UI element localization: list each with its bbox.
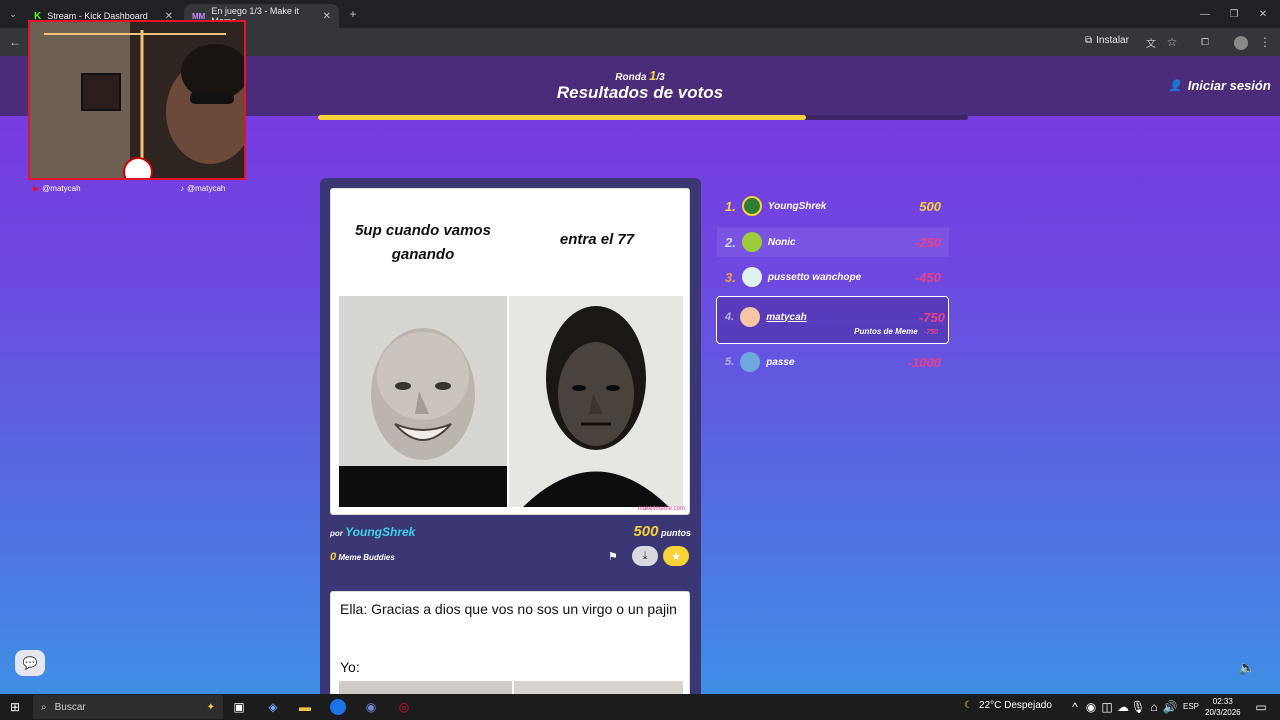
taskbar-search[interactable]: ⌕ Buscar ✦ xyxy=(33,695,223,719)
meme-caption-right: entra el 77 xyxy=(559,231,635,248)
meme-card-2: Ella: Gracias a dios que vos no sos un v… xyxy=(330,591,690,694)
meme-image-serious xyxy=(509,296,683,507)
file-explorer-icon[interactable]: ▬ xyxy=(296,698,314,716)
round-progress-fill xyxy=(318,115,806,120)
login-button[interactable]: 👤 Iniciar sesión xyxy=(1168,78,1271,93)
moon-icon: ☾ xyxy=(964,700,973,711)
close-window-icon[interactable]: ✕ xyxy=(1254,5,1272,23)
leaderboard-row: 3. pussetto wanchope -450 xyxy=(717,262,949,292)
tab-search-icon[interactable]: ⌄ xyxy=(4,5,22,23)
task-view-icon[interactable]: ▣ xyxy=(230,698,248,716)
youtube-handle: ▶ @matycah xyxy=(33,184,81,193)
meme-image-smiling xyxy=(339,296,507,507)
notifications-icon[interactable]: ▭ xyxy=(1252,698,1270,716)
avatar xyxy=(741,232,762,252)
volume-icon[interactable]: 🔈 xyxy=(1238,659,1255,676)
discord-icon[interactable]: ◉ xyxy=(362,698,380,716)
meme2-line2: Yo: xyxy=(340,659,360,675)
meme-points-breakdown: Puntos de Meme -750 xyxy=(854,327,938,336)
avatar xyxy=(740,352,761,372)
leaderboard-row: 5. passe -1000 xyxy=(717,347,949,377)
report-flag-icon[interactable]: ⚑ xyxy=(608,550,618,563)
new-tab-icon[interactable]: + xyxy=(344,5,362,23)
leaderboard-row: 1. YoungShrek 500 xyxy=(717,191,949,221)
youtube-icon: ▶ xyxy=(33,184,40,193)
player-name[interactable]: pussetto wanchope xyxy=(768,272,861,283)
meme2-image-left xyxy=(339,681,512,694)
avatar xyxy=(741,267,762,287)
speaker-icon[interactable]: 🔊 xyxy=(1161,698,1179,716)
favorite-button[interactable]: ★ xyxy=(663,546,689,566)
leaderboard-row: 2. Nonic -250 xyxy=(717,227,949,257)
round-progress-bar xyxy=(318,115,968,120)
meme-caption-left: 5up cuando vamos ganando xyxy=(355,222,491,263)
copilot-sparkle-icon: ✦ xyxy=(206,701,215,713)
player-name[interactable]: matycah xyxy=(766,312,807,323)
meme2-line1: Ella: Gracias a dios que vos no sos un v… xyxy=(340,601,677,617)
tiktok-handle: ♪ @matycah xyxy=(180,184,226,193)
download-icon: ⤓ xyxy=(642,549,648,562)
windows-taskbar: ⊞ ⌕ Buscar ✦ ▣ ◈ ▬ ◉ ◎ ☾ 22°C Despejado … xyxy=(0,694,1280,720)
player-score: -1000 xyxy=(907,354,941,370)
back-icon[interactable]: ← xyxy=(6,33,24,51)
translate-icon[interactable]: 文 xyxy=(1142,33,1160,51)
leaderboard-row-current-player: 4. matycah -750 Puntos de Meme -750 xyxy=(716,296,949,344)
install-icon: ⧉ xyxy=(1085,35,1093,46)
clock[interactable]: 02:33 20/3/2026 xyxy=(1205,696,1241,718)
obs-icon[interactable]: ◎ xyxy=(395,698,413,716)
language-indicator[interactable]: ESP xyxy=(1183,702,1199,711)
webcam-feed xyxy=(30,22,244,178)
avatar xyxy=(741,196,762,216)
copilot-icon[interactable]: ◈ xyxy=(264,698,282,716)
profile-avatar[interactable] xyxy=(1234,36,1248,50)
meme-card: 5up cuando vamos ganando entra el 77 mak… xyxy=(330,188,690,515)
search-icon: ⌕ xyxy=(41,701,47,713)
minimize-icon[interactable]: — xyxy=(1196,5,1214,23)
player-score: -750 xyxy=(918,309,945,325)
bookmark-star-icon[interactable]: ☆ xyxy=(1163,33,1181,51)
windows-start-icon[interactable]: ⊞ xyxy=(6,698,24,716)
restore-icon[interactable]: ❐ xyxy=(1225,5,1243,23)
star-icon: ★ xyxy=(671,550,681,563)
player-name[interactable]: YoungShrek xyxy=(768,201,827,212)
meme-watermark: makeitmeme.com xyxy=(637,506,685,512)
chat-button[interactable]: 💬 xyxy=(15,650,45,676)
player-score: 500 xyxy=(919,198,941,214)
menu-icon[interactable]: ⋮ xyxy=(1256,33,1274,51)
extensions-icon[interactable]: ⧠ xyxy=(1196,33,1214,51)
author-link[interactable]: YoungShrek xyxy=(345,525,415,539)
user-icon: 👤 xyxy=(1168,80,1182,92)
chrome-icon[interactable] xyxy=(330,699,346,715)
player-score: -450 xyxy=(914,269,941,285)
tiktok-icon: ♪ xyxy=(180,184,184,193)
webcam-overlay xyxy=(28,20,246,180)
weather-widget[interactable]: ☾ 22°C Despejado xyxy=(964,700,1052,711)
install-button[interactable]: ⧉ Instalar xyxy=(1085,35,1129,46)
meme-buddies: 0 Meme Buddies xyxy=(330,551,395,563)
download-button[interactable]: ⤓ xyxy=(632,546,658,566)
meme2-image-right xyxy=(514,681,683,694)
player-name[interactable]: Nonic xyxy=(768,237,796,248)
meme-author: por YoungShrek xyxy=(330,525,416,539)
meme-points: 500 puntos xyxy=(633,523,691,540)
player-score: -250 xyxy=(914,234,941,250)
meme-panel: 5up cuando vamos ganando entra el 77 mak… xyxy=(320,178,701,694)
player-name[interactable]: passe xyxy=(766,357,794,368)
chat-icon: 💬 xyxy=(22,656,38,670)
close-icon[interactable]: ✕ xyxy=(323,11,331,22)
avatar xyxy=(740,307,761,327)
